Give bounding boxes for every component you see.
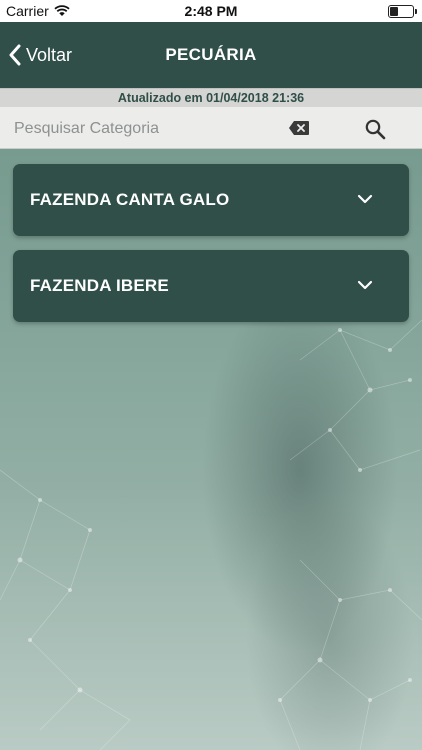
farm-card-label: FAZENDA CANTA GALO [30,190,230,209]
status-time: 2:48 PM [184,3,238,19]
battery-icon [388,5,417,18]
chevron-down-icon [357,194,373,204]
search-bar [0,107,422,151]
chevron-left-icon [9,44,21,66]
farm-card-ibere[interactable]: FAZENDA IBERE [13,250,409,322]
search-icon[interactable] [364,118,386,140]
back-button[interactable]: Voltar [8,22,72,88]
chevron-down-icon [357,280,373,290]
last-updated-banner: Atualizado em 01/04/2018 21:36 [0,88,422,107]
farm-card-label: FAZENDA IBERE [30,276,169,295]
search-input[interactable] [12,107,266,151]
clear-icon[interactable] [288,120,310,136]
back-label: Voltar [26,44,73,65]
farm-card-canta-galo[interactable]: FAZENDA CANTA GALO [13,164,409,236]
navigation-bar: Voltar PECUÁRIA [0,22,422,88]
status-bar: Carrier 2:48 PM [0,0,422,22]
